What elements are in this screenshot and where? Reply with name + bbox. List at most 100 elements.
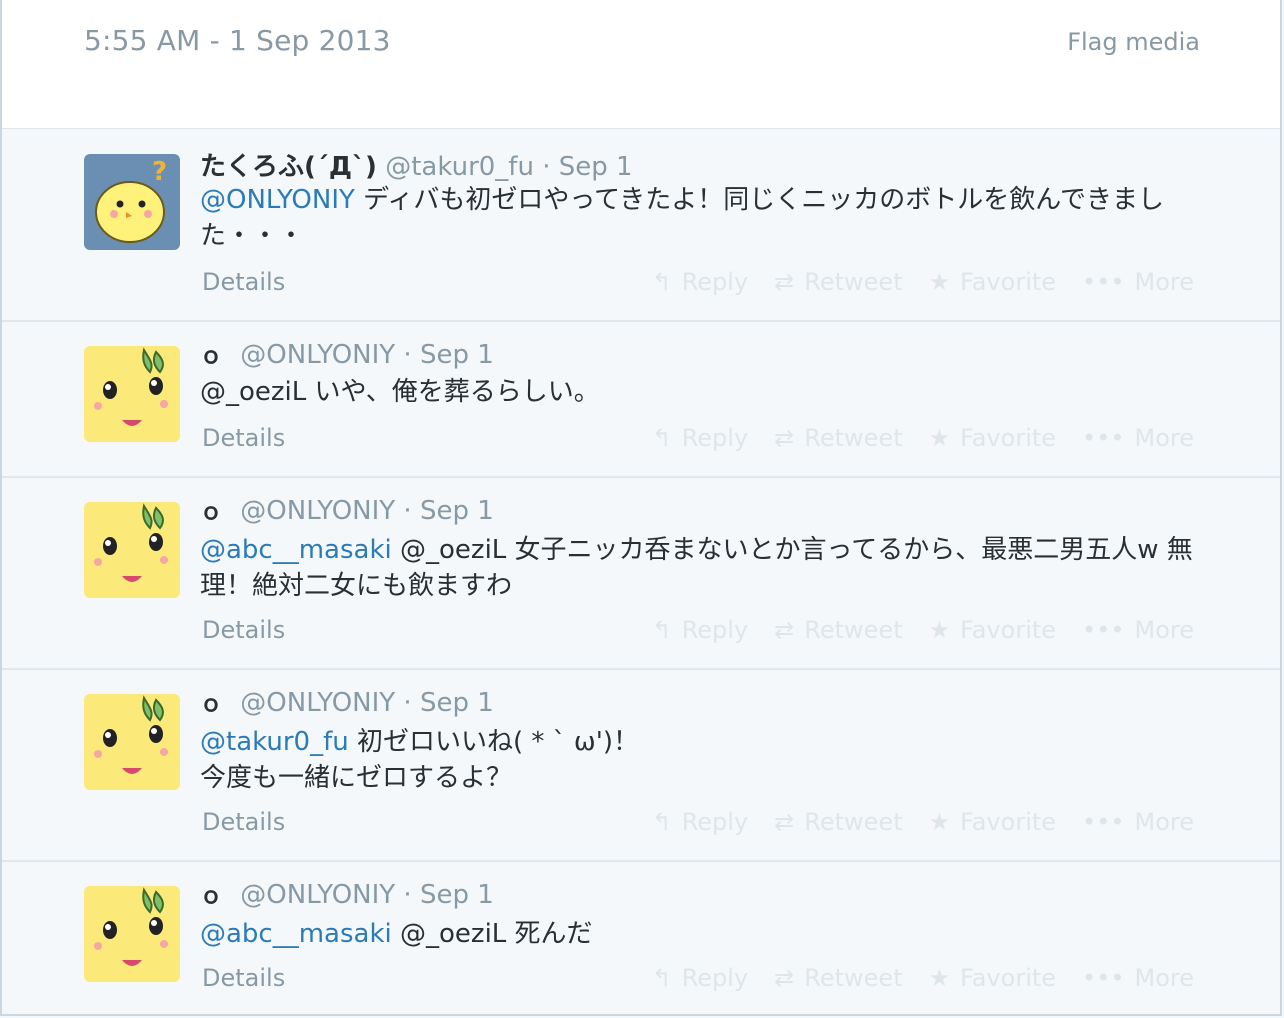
reply-tweet[interactable]: ｏ @ONLYONIY · Sep 1 @_oeziL いや、俺を葬るらしい。 … bbox=[2, 322, 1280, 478]
tweet-timestamp[interactable]: 5:55 AM - 1 Sep 2013 bbox=[84, 24, 391, 57]
username[interactable]: @takur0_fu bbox=[385, 152, 534, 182]
retweet-button[interactable]: ⇄ Retweet bbox=[774, 964, 902, 992]
reply-tweet[interactable]: ? たくろふ(´Д`) @takur0_fu · Sep 1 @ONLYONIY… bbox=[2, 128, 1280, 322]
details-link[interactable]: Details bbox=[202, 808, 285, 836]
retweet-button[interactable]: ⇄ Retweet bbox=[774, 808, 902, 836]
retweet-button[interactable]: ⇄ Retweet bbox=[774, 268, 902, 296]
mention-link[interactable]: @takur0_fu bbox=[200, 727, 349, 757]
details-link[interactable]: Details bbox=[202, 424, 285, 452]
mention-link[interactable]: @abc__masaki bbox=[200, 535, 392, 565]
reply-arrow-icon: ↰ bbox=[651, 268, 672, 296]
reply-label: Reply bbox=[681, 424, 749, 452]
tweet-date[interactable]: Sep 1 bbox=[420, 880, 494, 910]
more-label: More bbox=[1134, 268, 1195, 296]
mention-link[interactable]: @ONLYONIY bbox=[200, 185, 355, 215]
display-name[interactable]: ｏ bbox=[200, 692, 222, 717]
reply-tweet[interactable]: ｏ @ONLYONIY · Sep 1 @abc__masaki @_oeziL… bbox=[2, 862, 1280, 1016]
tweet-actions: ↰ Reply ⇄ Retweet ★ Favorite ••• More bbox=[652, 268, 1194, 296]
avatar[interactable] bbox=[84, 502, 180, 598]
tweet-meta-bar: 5:55 AM - 1 Sep 2013 Flag media bbox=[2, 0, 1280, 129]
username[interactable]: @ONLYONIY bbox=[240, 340, 395, 370]
tweet-date[interactable]: Sep 1 bbox=[420, 688, 494, 718]
reply-arrow-icon: ↰ bbox=[651, 964, 672, 992]
tweet-actions: ↰ Reply ⇄ Retweet ★ Favorite ••• More bbox=[652, 424, 1194, 452]
star-icon: ★ bbox=[928, 964, 951, 992]
tweet-header: ｏ @ONLYONIY · Sep 1 bbox=[200, 338, 494, 370]
separator-dot: · bbox=[403, 496, 412, 526]
favorite-label: Favorite bbox=[960, 424, 1057, 452]
display-name[interactable]: ｏ bbox=[200, 344, 222, 369]
tweet-actions: ↰ Reply ⇄ Retweet ★ Favorite ••• More bbox=[652, 964, 1194, 992]
tweet-date[interactable]: Sep 1 bbox=[420, 340, 494, 370]
avatar[interactable]: ? bbox=[84, 154, 180, 250]
display-name[interactable]: ｏ bbox=[200, 884, 222, 909]
reply-button[interactable]: ↰ Reply bbox=[652, 424, 749, 452]
reply-tweet[interactable]: ｏ @ONLYONIY · Sep 1 @takur0_fu 初ゼロいいね( *… bbox=[2, 670, 1280, 862]
reply-button[interactable]: ↰ Reply bbox=[652, 808, 749, 836]
favorite-label: Favorite bbox=[960, 616, 1057, 644]
display-name[interactable]: たくろふ(´Д`) bbox=[200, 152, 377, 182]
favorite-button[interactable]: ★ Favorite bbox=[929, 616, 1056, 644]
favorite-label: Favorite bbox=[960, 808, 1057, 836]
retweet-label: Retweet bbox=[804, 268, 903, 296]
username[interactable]: @ONLYONIY bbox=[240, 880, 395, 910]
retweet-icon: ⇄ bbox=[774, 964, 795, 992]
tweet-date[interactable]: Sep 1 bbox=[559, 152, 633, 182]
tweet-header: ｏ @ONLYONIY · Sep 1 bbox=[200, 494, 494, 526]
reply-arrow-icon: ↰ bbox=[651, 424, 672, 452]
avatar[interactable] bbox=[84, 886, 180, 982]
reply-button[interactable]: ↰ Reply bbox=[652, 616, 749, 644]
more-button[interactable]: ••• More bbox=[1082, 268, 1194, 296]
display-name[interactable]: ｏ bbox=[200, 500, 222, 525]
reply-arrow-icon: ↰ bbox=[651, 808, 672, 836]
reply-label: Reply bbox=[681, 268, 749, 296]
tweet-actions: ↰ Reply ⇄ Retweet ★ Favorite ••• More bbox=[652, 616, 1194, 644]
more-button[interactable]: ••• More bbox=[1082, 424, 1194, 452]
details-link[interactable]: Details bbox=[202, 268, 285, 296]
tweet-date[interactable]: Sep 1 bbox=[420, 496, 494, 526]
retweet-icon: ⇄ bbox=[774, 424, 795, 452]
favorite-label: Favorite bbox=[960, 964, 1057, 992]
more-button[interactable]: ••• More bbox=[1082, 964, 1194, 992]
tweet-text: @takur0_fu 初ゼロいいね( * ` ω')！ 今度も一緒にゼロするよ？ bbox=[200, 724, 660, 796]
favorite-button[interactable]: ★ Favorite bbox=[929, 268, 1056, 296]
tweet-detail-panel: 5:55 AM - 1 Sep 2013 Flag media ? たくろふ(´… bbox=[0, 0, 1282, 1016]
ellipsis-icon: ••• bbox=[1082, 808, 1125, 836]
tweet-header: ｏ @ONLYONIY · Sep 1 bbox=[200, 686, 494, 718]
username[interactable]: @ONLYONIY bbox=[240, 688, 395, 718]
username[interactable]: @ONLYONIY bbox=[240, 496, 395, 526]
more-button[interactable]: ••• More bbox=[1082, 616, 1194, 644]
favorite-button[interactable]: ★ Favorite bbox=[929, 808, 1056, 836]
more-label: More bbox=[1134, 424, 1195, 452]
star-icon: ★ bbox=[928, 424, 951, 452]
tweet-actions: ↰ Reply ⇄ Retweet ★ Favorite ••• More bbox=[652, 808, 1194, 836]
reply-arrow-icon: ↰ bbox=[651, 616, 672, 644]
mention-link[interactable]: @abc__masaki bbox=[200, 919, 392, 949]
favorite-button[interactable]: ★ Favorite bbox=[929, 424, 1056, 452]
more-button[interactable]: ••• More bbox=[1082, 808, 1194, 836]
details-link[interactable]: Details bbox=[202, 964, 285, 992]
details-link[interactable]: Details bbox=[202, 616, 285, 644]
reply-label: Reply bbox=[681, 616, 749, 644]
ellipsis-icon: ••• bbox=[1082, 268, 1125, 296]
retweet-button[interactable]: ⇄ Retweet bbox=[774, 616, 902, 644]
ellipsis-icon: ••• bbox=[1082, 616, 1125, 644]
flag-media-link[interactable]: Flag media bbox=[1067, 28, 1200, 56]
retweet-label: Retweet bbox=[804, 424, 903, 452]
retweet-button[interactable]: ⇄ Retweet bbox=[774, 424, 902, 452]
avatar[interactable] bbox=[84, 346, 180, 442]
tweet-header: たくろふ(´Д`) @takur0_fu · Sep 1 bbox=[200, 146, 633, 183]
tweet-header: ｏ @ONLYONIY · Sep 1 bbox=[200, 878, 494, 910]
retweet-label: Retweet bbox=[804, 808, 903, 836]
reply-button[interactable]: ↰ Reply bbox=[652, 964, 749, 992]
star-icon: ★ bbox=[928, 268, 951, 296]
separator-dot: · bbox=[542, 152, 551, 182]
retweet-icon: ⇄ bbox=[774, 268, 795, 296]
reply-button[interactable]: ↰ Reply bbox=[652, 268, 749, 296]
reply-tweet[interactable]: ｏ @ONLYONIY · Sep 1 @abc__masaki @_oeziL… bbox=[2, 478, 1280, 670]
tweet-text: @ONLYONIY ディバも初ゼロやってきたよ！同じくニッカのボトルを飲んできま… bbox=[200, 182, 1210, 254]
tweet-text: @abc__masaki @_oeziL 女子ニッカ呑まないとか言ってるから、最… bbox=[200, 532, 1210, 604]
avatar[interactable] bbox=[84, 694, 180, 790]
favorite-label: Favorite bbox=[960, 268, 1057, 296]
favorite-button[interactable]: ★ Favorite bbox=[929, 964, 1056, 992]
